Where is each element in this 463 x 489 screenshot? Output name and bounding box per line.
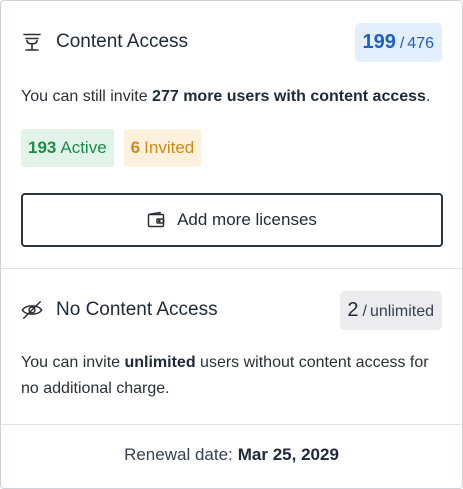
renewal-date-value: Mar 25, 2029 — [237, 445, 339, 464]
active-count: 193 — [28, 138, 57, 157]
content-access-total: 476 — [407, 34, 434, 52]
content-access-desc-prefix: You can still invite — [21, 88, 153, 105]
content-access-count-badge: 199 / 476 — [355, 22, 442, 62]
no-content-access-section: No Content Access 2 / unlimited You can … — [1, 269, 462, 425]
no-content-access-count-badge: 2 / unlimited — [340, 290, 442, 330]
content-access-header: Content Access 199 / 476 — [21, 21, 442, 63]
content-access-separator: / — [399, 34, 405, 52]
renewal-label: Renewal date: — [124, 445, 233, 464]
content-access-description: You can still invite 277 more users with… — [21, 84, 442, 110]
invited-count: 6 — [130, 138, 141, 157]
renewal-date: Renewal date: Mar 25, 2029 — [1, 445, 462, 465]
wallet-icon — [147, 211, 165, 229]
no-content-access-description: You can invite unlimited users without c… — [21, 350, 442, 402]
no-content-access-desc-bold: unlimited — [124, 354, 196, 371]
add-more-licenses-button[interactable]: Add more licenses — [21, 193, 443, 247]
active-badge: 193 Active — [21, 129, 114, 167]
invited-label: Invited — [144, 138, 195, 157]
eye-off-icon — [21, 299, 43, 321]
content-access-used: 199 — [362, 30, 396, 53]
add-more-licenses-label: Add more licenses — [177, 210, 317, 229]
content-access-desc-bold: 277 more users with content access — [152, 88, 426, 105]
content-access-section: Content Access 199 / 476 You can still i… — [1, 1, 462, 269]
no-content-access-header: No Content Access 2 / unlimited — [21, 289, 442, 331]
no-content-access-used: 2 — [347, 298, 359, 321]
no-content-access-title: No Content Access — [56, 299, 218, 320]
license-card: Content Access 199 / 476 You can still i… — [0, 0, 463, 489]
active-label: Active — [60, 138, 107, 157]
content-access-title: Content Access — [56, 31, 189, 52]
content-access-desc-suffix: . — [425, 88, 431, 105]
no-content-access-separator: / — [362, 302, 367, 320]
status-badges: 193 Active 6 Invited — [21, 129, 202, 167]
no-content-access-total: unlimited — [369, 302, 434, 320]
renewal-section: Renewal date: Mar 25, 2029 — [1, 425, 462, 489]
content-access-icon — [21, 31, 43, 53]
invited-badge: 6 Invited — [123, 129, 202, 167]
no-content-access-desc-prefix: You can invite — [21, 354, 125, 371]
